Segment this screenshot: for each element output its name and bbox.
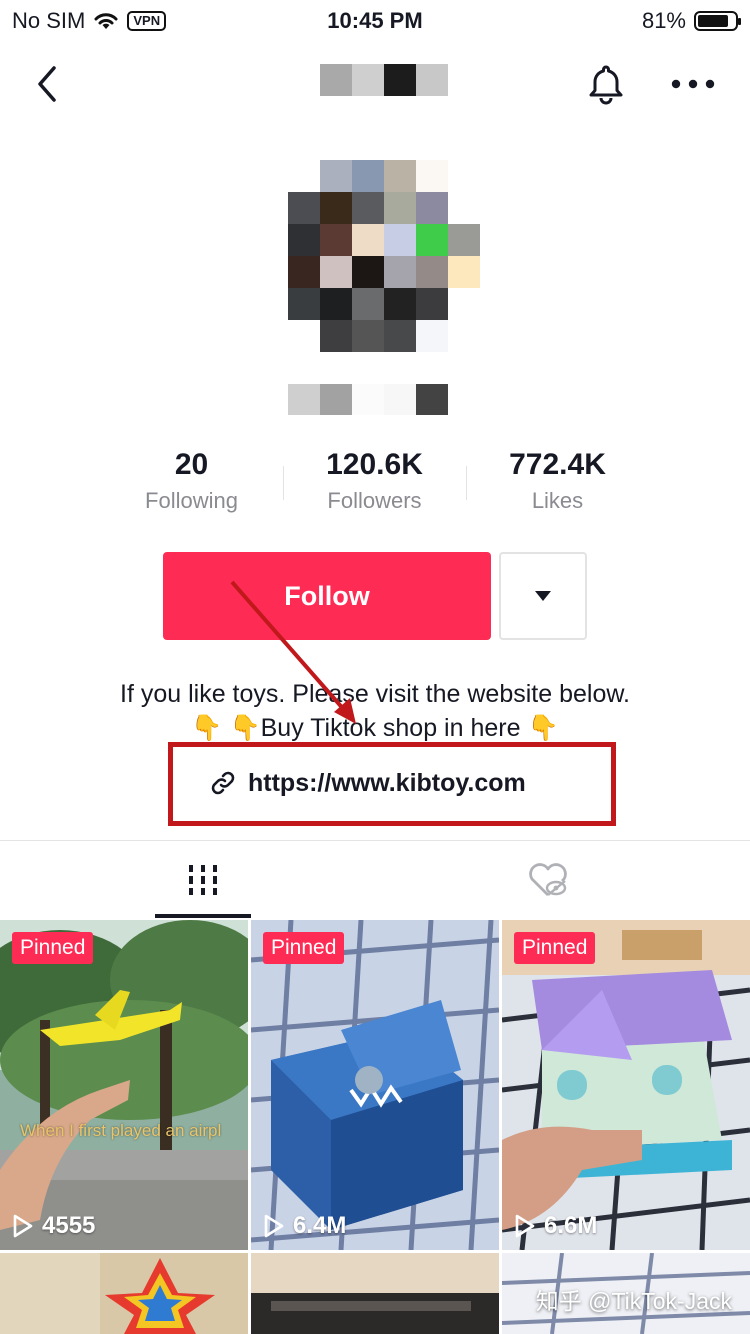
play-icon: [515, 1214, 535, 1238]
active-tab-underline: [155, 914, 251, 918]
view-count: 6.6M: [514, 1212, 597, 1240]
view-count-value: 6.6M: [544, 1212, 598, 1239]
chevron-left-icon[interactable]: [30, 62, 70, 106]
stat-divider: [466, 466, 467, 500]
pinned-badge: Pinned: [12, 932, 94, 964]
pointing-down-icon: 👇: [527, 714, 559, 742]
suggested-accounts-button[interactable]: [499, 552, 587, 640]
video-thumbnail-image: [0, 920, 248, 1250]
video-thumbnail[interactable]: Pinned 6.6M: [502, 920, 750, 1250]
view-count: 6.4M: [263, 1212, 346, 1240]
tab-videos[interactable]: [155, 842, 251, 918]
caret-down-icon: [535, 591, 551, 601]
followers-label: Followers: [327, 488, 422, 513]
pinned-badge: Pinned: [514, 932, 596, 964]
bio-line-2-text: Buy Tiktok shop in here: [260, 714, 521, 742]
video-thumbnail-image: [502, 920, 750, 1250]
likes-count: 772.4K: [509, 448, 606, 481]
profile-stats: 20 Following 120.6K Followers 772.4K Lik…: [100, 446, 650, 526]
following-count: 20: [174, 448, 209, 481]
play-icon: [264, 1214, 284, 1238]
bio-line-1: If you like toys. Please visit the websi…: [120, 680, 630, 708]
tabs-divider: [0, 840, 750, 841]
battery-icon: [694, 11, 741, 31]
battery-percent: 81%: [641, 8, 686, 33]
more-icon[interactable]: [670, 70, 716, 98]
follow-button[interactable]: Follow: [163, 552, 491, 640]
video-thumbnail[interactable]: [0, 1253, 248, 1334]
stat-likes[interactable]: 772.4K Likes: [466, 446, 649, 526]
annotation-highlight-box: [168, 742, 616, 826]
pointing-down-icon: 👇: [229, 714, 261, 742]
video-caption: When I first played an airpl: [20, 1121, 222, 1140]
bell-icon[interactable]: [584, 62, 628, 106]
liked-hidden-icon: [529, 863, 567, 896]
video-thumbnail-image: [0, 1253, 248, 1334]
status-time: 10:45 PM: [327, 8, 423, 33]
video-thumbnail[interactable]: [251, 1253, 499, 1334]
likes-label: Likes: [531, 488, 584, 513]
stat-followers[interactable]: 120.6K Followers: [283, 446, 466, 526]
video-thumbnail[interactable]: Pinned When I first played an airpl 4555: [0, 920, 248, 1250]
view-count: 4555: [12, 1212, 95, 1240]
view-count-value: 6.4M: [293, 1212, 347, 1239]
status-right: 81%: [641, 8, 741, 34]
following-label: Following: [145, 488, 238, 513]
status-bar: No SIM VPN 10:45 PM 81%: [0, 0, 750, 40]
video-thumbnail-image: [251, 1253, 499, 1334]
pointing-down-icon: 👇: [191, 714, 223, 742]
play-icon: [13, 1214, 33, 1238]
bio-line-2: 👇 👇Buy Tiktok shop in here 👇: [0, 714, 750, 743]
username-pixelated: [320, 64, 448, 96]
grid-icon: [189, 865, 217, 895]
handle-pixelated: [288, 384, 448, 415]
video-thumbnail-image: [251, 920, 499, 1250]
watermark: 知乎 @TikTok-Jack: [535, 1288, 732, 1314]
followers-count: 120.6K: [326, 448, 423, 481]
stat-divider: [283, 466, 284, 500]
stat-following[interactable]: 20 Following: [100, 446, 283, 526]
pinned-badge: Pinned: [263, 932, 345, 964]
tab-liked[interactable]: [520, 850, 576, 910]
view-count-value: 4555: [42, 1212, 96, 1239]
avatar[interactable]: [288, 160, 480, 352]
video-thumbnail[interactable]: Pinned 6.4M: [251, 920, 499, 1250]
